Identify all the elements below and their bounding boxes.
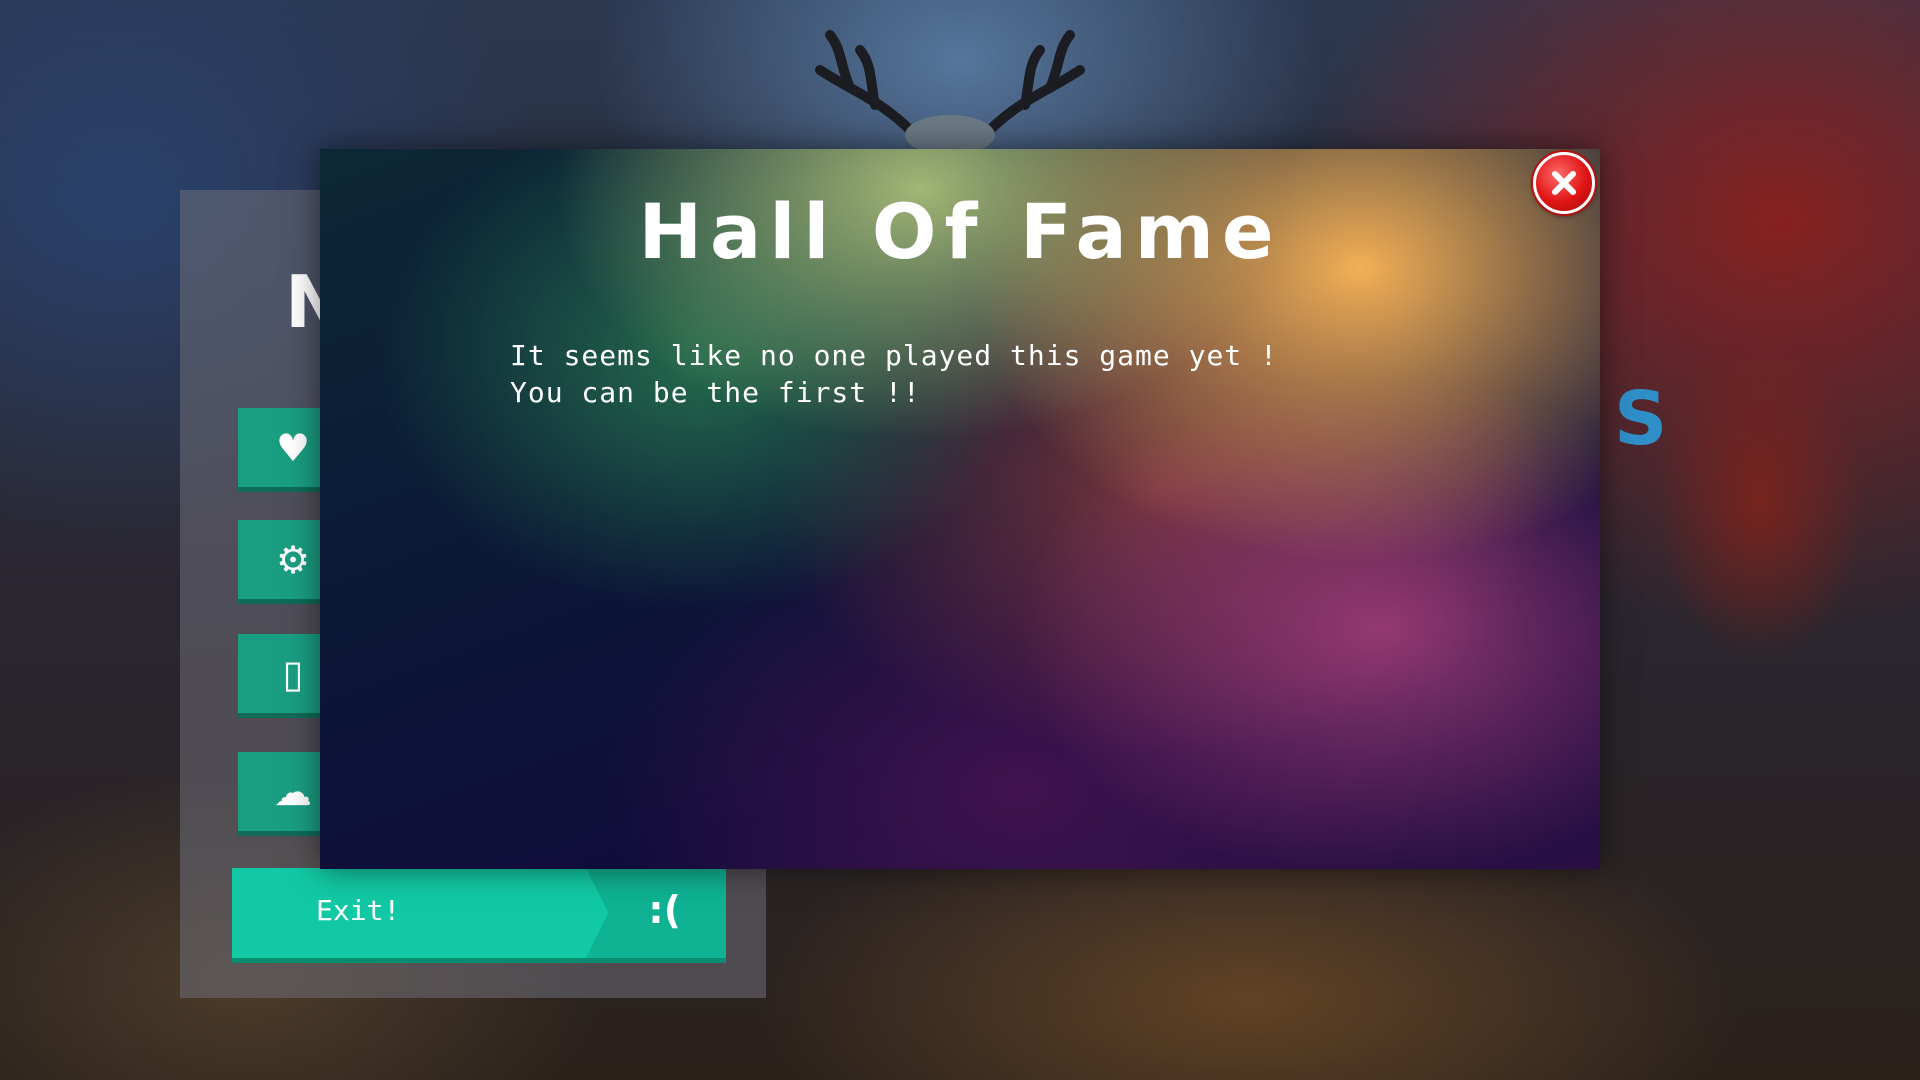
hall-of-fame-dialog: Hall Of Fame It seems like no one played…: [320, 149, 1600, 869]
tablet-icon: ▯: [282, 651, 304, 696]
message-line-1: It seems like no one played this game ye…: [510, 339, 1278, 372]
exit-label: Exit!: [316, 894, 401, 927]
heart-icon: ♥: [275, 425, 311, 470]
exit-button[interactable]: Exit! :(: [232, 868, 726, 963]
close-icon: [1552, 171, 1576, 195]
cloud-download-icon: ☁: [274, 769, 312, 814]
gear-icon: ⚙: [275, 537, 311, 582]
dialog-title: Hall Of Fame: [638, 187, 1282, 276]
exit-face-tab: :(: [586, 868, 726, 958]
background-figure: [1600, 240, 1920, 760]
antlers-decoration: [815, 30, 1085, 150]
close-button[interactable]: [1533, 152, 1595, 214]
message-line-2: You can be the first !!: [510, 376, 921, 409]
dialog-message: It seems like no one played this game ye…: [510, 337, 1278, 411]
sad-face-text: :(: [648, 888, 681, 932]
side-letter: S: [1614, 376, 1668, 462]
